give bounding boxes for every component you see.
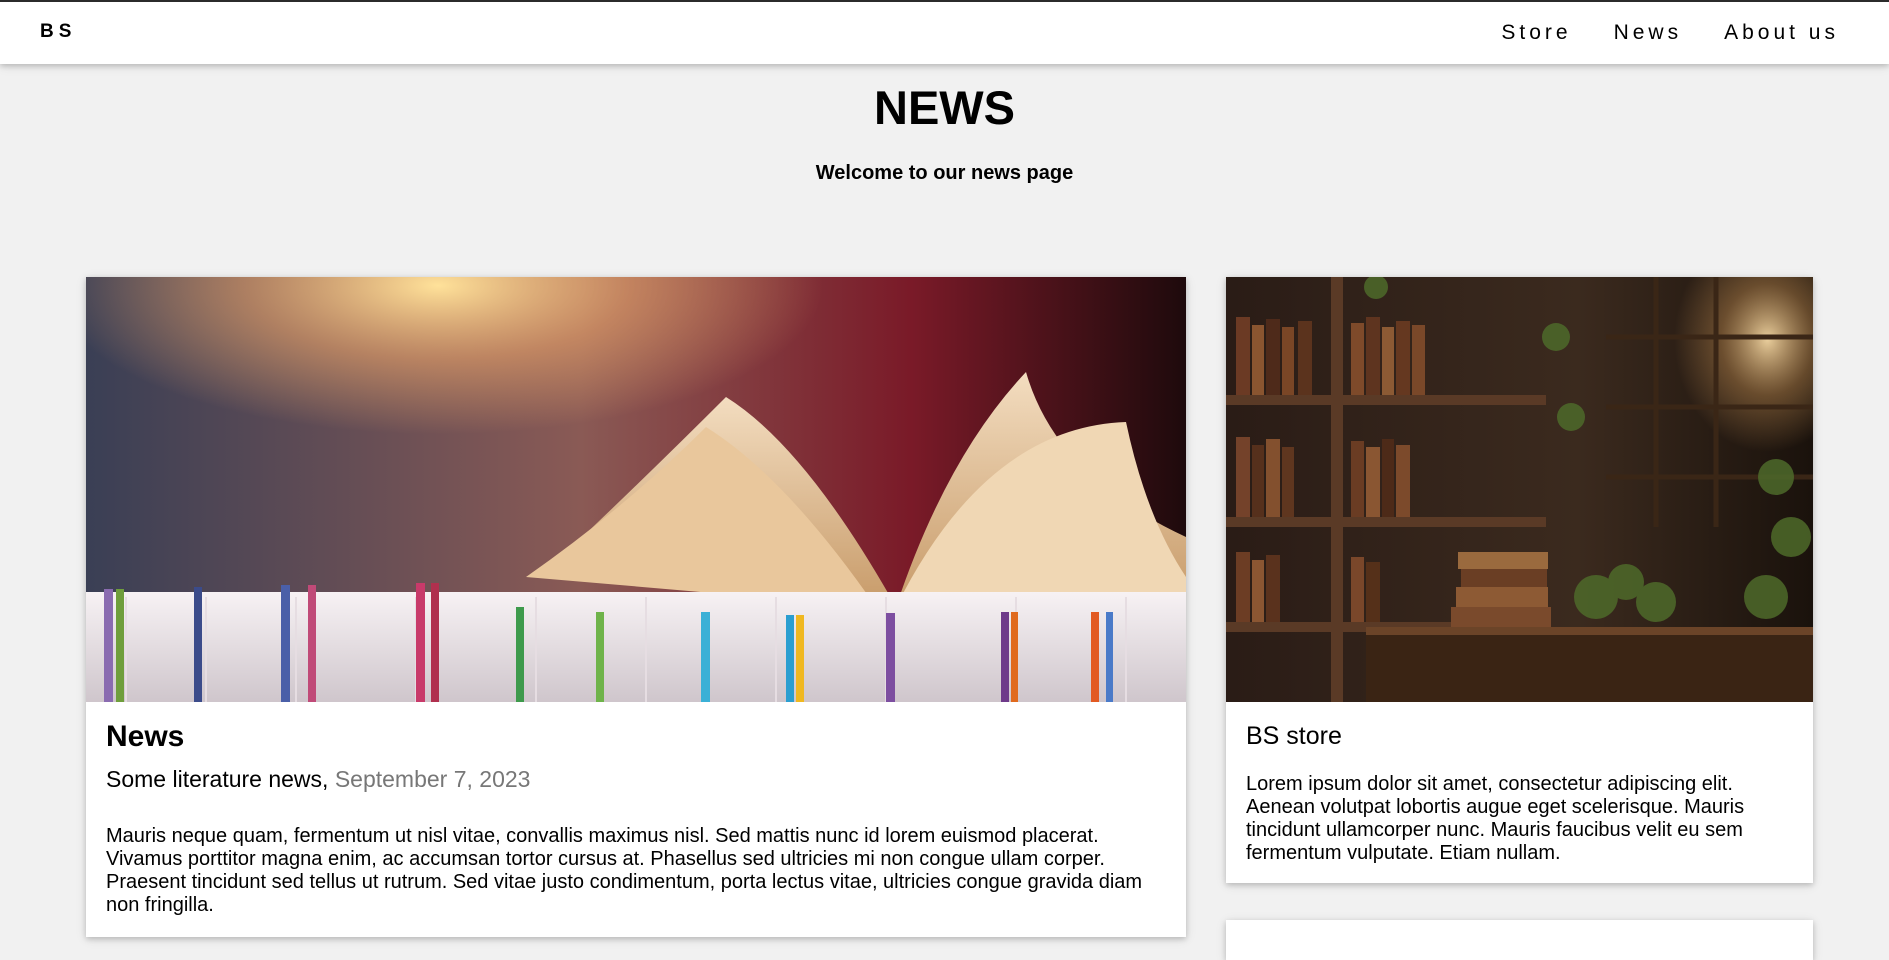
nav-link-store[interactable]: Store: [1501, 21, 1571, 45]
store-card-title: BS store: [1246, 722, 1342, 750]
top-navigation-bar: BS Store News About us: [0, 0, 1889, 64]
brand-logo[interactable]: BS: [40, 21, 76, 43]
news-card-title: News: [106, 720, 185, 753]
nav-link-about-us[interactable]: About us: [1724, 21, 1839, 45]
store-card-text: Lorem ipsum dolor sit amet, consectetur …: [1246, 773, 1745, 864]
news-card-body: News Some literature news, September 7, …: [86, 702, 1186, 935]
page-subtitle: Welcome to our news page: [815, 162, 1074, 184]
news-card-subline: Some literature news, September 7, 2023: [106, 766, 1166, 793]
news-card-subtitle: Some literature news,: [106, 766, 329, 792]
main-nav: Store News About us: [1501, 21, 1839, 45]
news-card-text: Mauris neque quam, fermentum ut nisl vit…: [106, 825, 1143, 916]
library-image: [1226, 277, 1813, 702]
open-book-image: [86, 277, 1186, 702]
page-title: NEWS: [874, 81, 1015, 134]
next-card: [1226, 920, 1813, 960]
nav-link-news[interactable]: News: [1614, 21, 1683, 45]
news-card: News Some literature news, September 7, …: [86, 277, 1186, 937]
store-card: BS store Lorem ipsum dolor sit amet, con…: [1226, 277, 1813, 883]
news-card-date: September 7, 2023: [334, 766, 531, 792]
store-card-body: BS store Lorem ipsum dolor sit amet, con…: [1226, 702, 1813, 883]
